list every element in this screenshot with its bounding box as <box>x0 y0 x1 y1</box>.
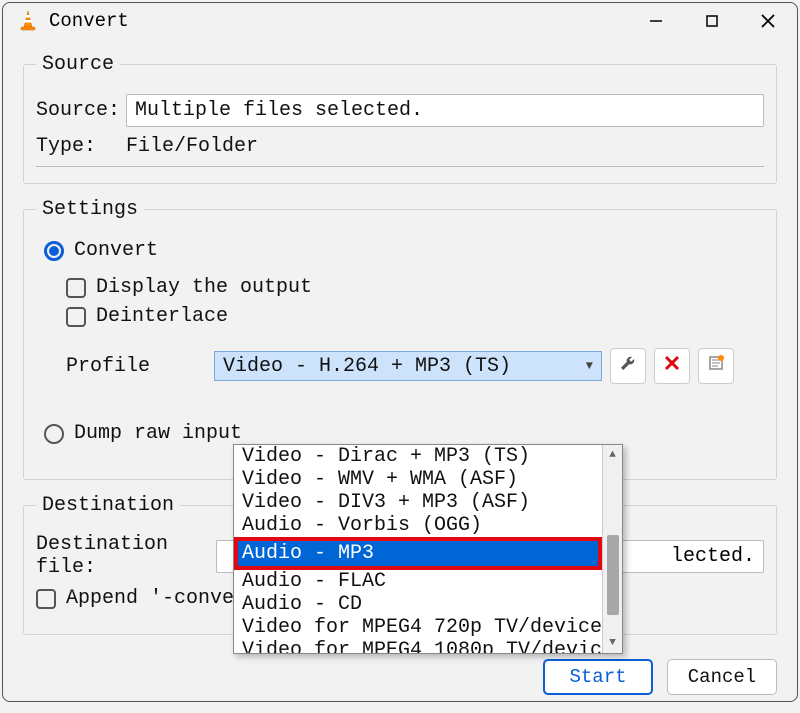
chevron-down-icon: ▼ <box>586 359 593 373</box>
dropdown-item[interactable]: Video for MPEG4 720p TV/device <box>234 616 602 639</box>
dropdown-item[interactable]: Audio - Vorbis (OGG) <box>234 514 602 537</box>
window-title: Convert <box>49 10 633 32</box>
cancel-button[interactable]: Cancel <box>667 659 777 695</box>
source-legend: Source <box>36 53 120 76</box>
scroll-down-arrow-icon[interactable]: ▼ <box>603 633 622 653</box>
new-document-icon <box>707 354 725 378</box>
dialog-content: Source Source: Type: File/Folder Setting… <box>3 39 797 713</box>
append-converted-checkbox[interactable] <box>36 589 56 609</box>
dropdown-item[interactable]: Audio - FLAC <box>234 570 602 593</box>
append-converted-label: Append '-conve <box>66 587 234 610</box>
convert-radio-label: Convert <box>74 239 158 262</box>
dropdown-item[interactable]: Video - WMV + WMA (ASF) <box>234 468 602 491</box>
new-profile-button[interactable] <box>698 348 734 384</box>
window-controls <box>633 3 791 39</box>
dropdown-item-selected[interactable]: Audio - MP3 <box>234 537 602 570</box>
dump-raw-radio[interactable] <box>44 424 64 444</box>
titlebar: Convert <box>3 3 797 39</box>
dropdown-item[interactable]: Audio - CD <box>234 593 602 616</box>
profile-dropdown[interactable]: Video - H.264 + MP3 (TS) ▼ <box>214 351 602 381</box>
dialog-footer: Start Cancel <box>23 649 777 695</box>
profile-selected-value: Video - H.264 + MP3 (TS) <box>223 355 511 378</box>
type-label: Type: <box>36 135 126 158</box>
delete-x-icon <box>663 354 681 378</box>
source-group: Source Source: Type: File/Folder <box>23 53 777 184</box>
profile-dropdown-list[interactable]: Video - Dirac + MP3 (TS) Video - WMV + W… <box>233 444 623 654</box>
close-button[interactable] <box>745 3 791 39</box>
dump-raw-label: Dump raw input <box>74 422 242 445</box>
convert-dialog: Convert Source Source: Type: File/Folder <box>2 2 798 702</box>
profile-label: Profile <box>66 355 214 378</box>
delete-profile-button[interactable] <box>654 348 690 384</box>
convert-radio[interactable] <box>44 241 64 261</box>
dropdown-list-body: Video - Dirac + MP3 (TS) Video - WMV + W… <box>234 445 602 653</box>
minimize-button[interactable] <box>633 3 679 39</box>
display-output-checkbox[interactable] <box>66 278 86 298</box>
scroll-up-arrow-icon[interactable]: ▲ <box>603 445 622 465</box>
start-button[interactable]: Start <box>543 659 653 695</box>
edit-profile-button[interactable] <box>610 348 646 384</box>
deinterlace-label: Deinterlace <box>96 305 228 328</box>
scroll-thumb[interactable] <box>607 535 619 615</box>
maximize-button[interactable] <box>689 3 735 39</box>
source-input[interactable] <box>126 94 764 127</box>
destination-legend: Destination <box>36 494 180 517</box>
type-value: File/Folder <box>126 135 258 158</box>
dropdown-scrollbar[interactable]: ▲ ▼ <box>602 445 622 653</box>
settings-legend: Settings <box>36 198 144 221</box>
source-label: Source: <box>36 99 126 122</box>
destination-file-label: Destination file: <box>36 533 216 579</box>
settings-group: Settings Convert Display the output Dein… <box>23 198 777 480</box>
dropdown-item[interactable]: Video - Dirac + MP3 (TS) <box>234 445 602 468</box>
dropdown-item[interactable]: Video for MPEG4 1080p TV/device <box>234 639 602 653</box>
deinterlace-checkbox[interactable] <box>66 307 86 327</box>
wrench-icon <box>618 353 638 379</box>
display-output-label: Display the output <box>96 276 312 299</box>
vlc-cone-icon <box>17 9 39 33</box>
dropdown-item[interactable]: Video - DIV3 + MP3 (ASF) <box>234 491 602 514</box>
